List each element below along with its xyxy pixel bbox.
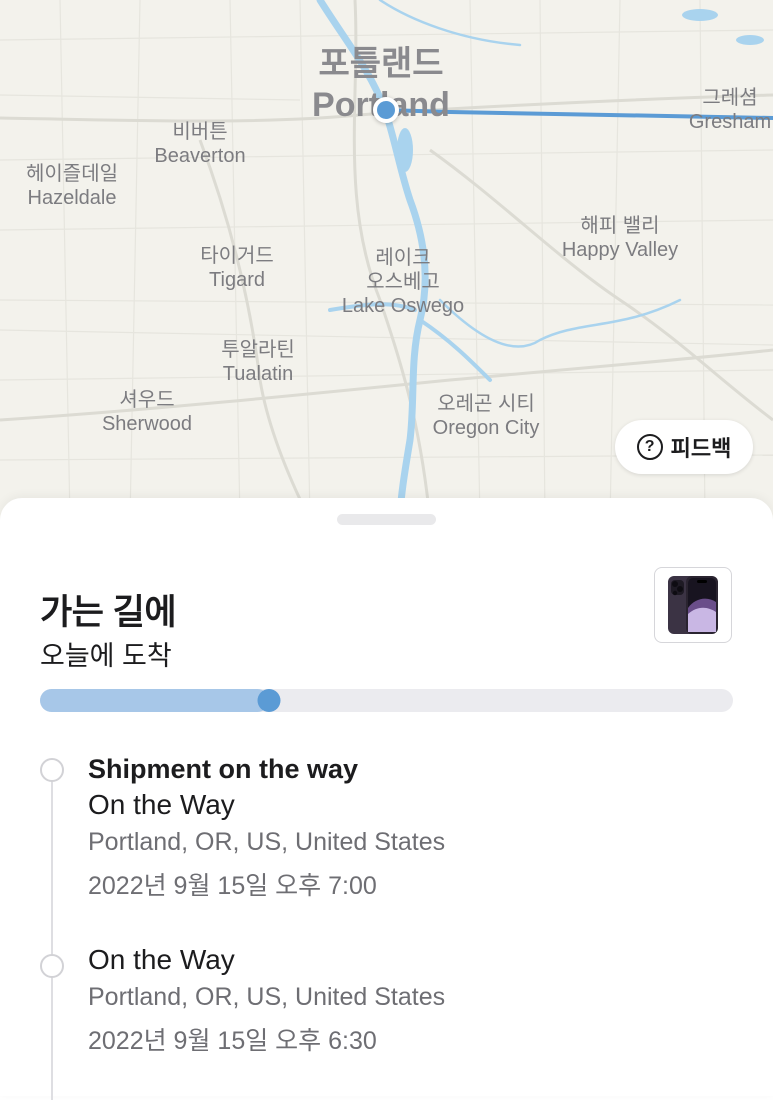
progress-fill [40,689,269,712]
map-label-sherwood: 셔우드 Sherwood [101,389,193,435]
map-label-happy-valley: 해피 밸리 Happy Valley [561,215,679,261]
sheet-grabber-handle[interactable] [337,514,436,525]
map-label-oregon-city: 오레곤 시티 Oregon City [432,393,540,439]
timeline-connector [51,770,53,1100]
map-label-gresham: 그레셤 Gresham [688,87,772,133]
feedback-label: 피드백 [670,436,732,461]
map-label-tigard: 타이거드 Tigard [200,245,274,291]
tracking-timeline: Shipment on the way On the Way Portland,… [0,748,773,1100]
current-location-dot [373,97,399,123]
map-label-hazeldale: 헤이즐데일 Hazeldale [26,163,118,209]
event-timestamp: 2022년 9월 15일 오후 7:00 [88,872,377,900]
feedback-button[interactable]: ? 피드백 [615,420,753,474]
event-title: Shipment on the way [88,754,359,784]
timeline-dot [40,758,64,782]
delivery-progress-bar [40,689,733,712]
event-status: On the Way [88,944,235,975]
delivery-arrival-text: 오늘에 도착 [40,641,172,671]
map-label-lake-oswego: 레이크 오스베고 Lake Oswego [341,247,465,317]
iphone-product-image [668,576,718,634]
delivery-status-title: 가는 길에 [40,593,177,632]
event-location: Portland, OR, US, United States [88,983,446,1011]
progress-indicator [257,689,281,712]
timeline-dot [40,954,64,978]
event-status: On the Way [88,789,235,820]
map-label-beaverton: 비버튼 Beaverton [154,121,246,167]
delivery-sheet: 가는 길에 오늘에 도착 Shipment on the way On the … [0,498,773,1100]
product-thumbnail[interactable] [654,567,732,643]
question-circle-icon: ? [636,434,663,460]
event-location: Portland, OR, US, United States [88,828,446,856]
map-label-tualatin: 투알라틴 Tualatin [221,339,295,385]
event-timestamp: 2022년 9월 15일 오후 6:30 [88,1027,377,1055]
map-view[interactable]: 포틀랜드 Portland 그레셤 Gresham 비버튼 Beaverton … [0,0,773,520]
